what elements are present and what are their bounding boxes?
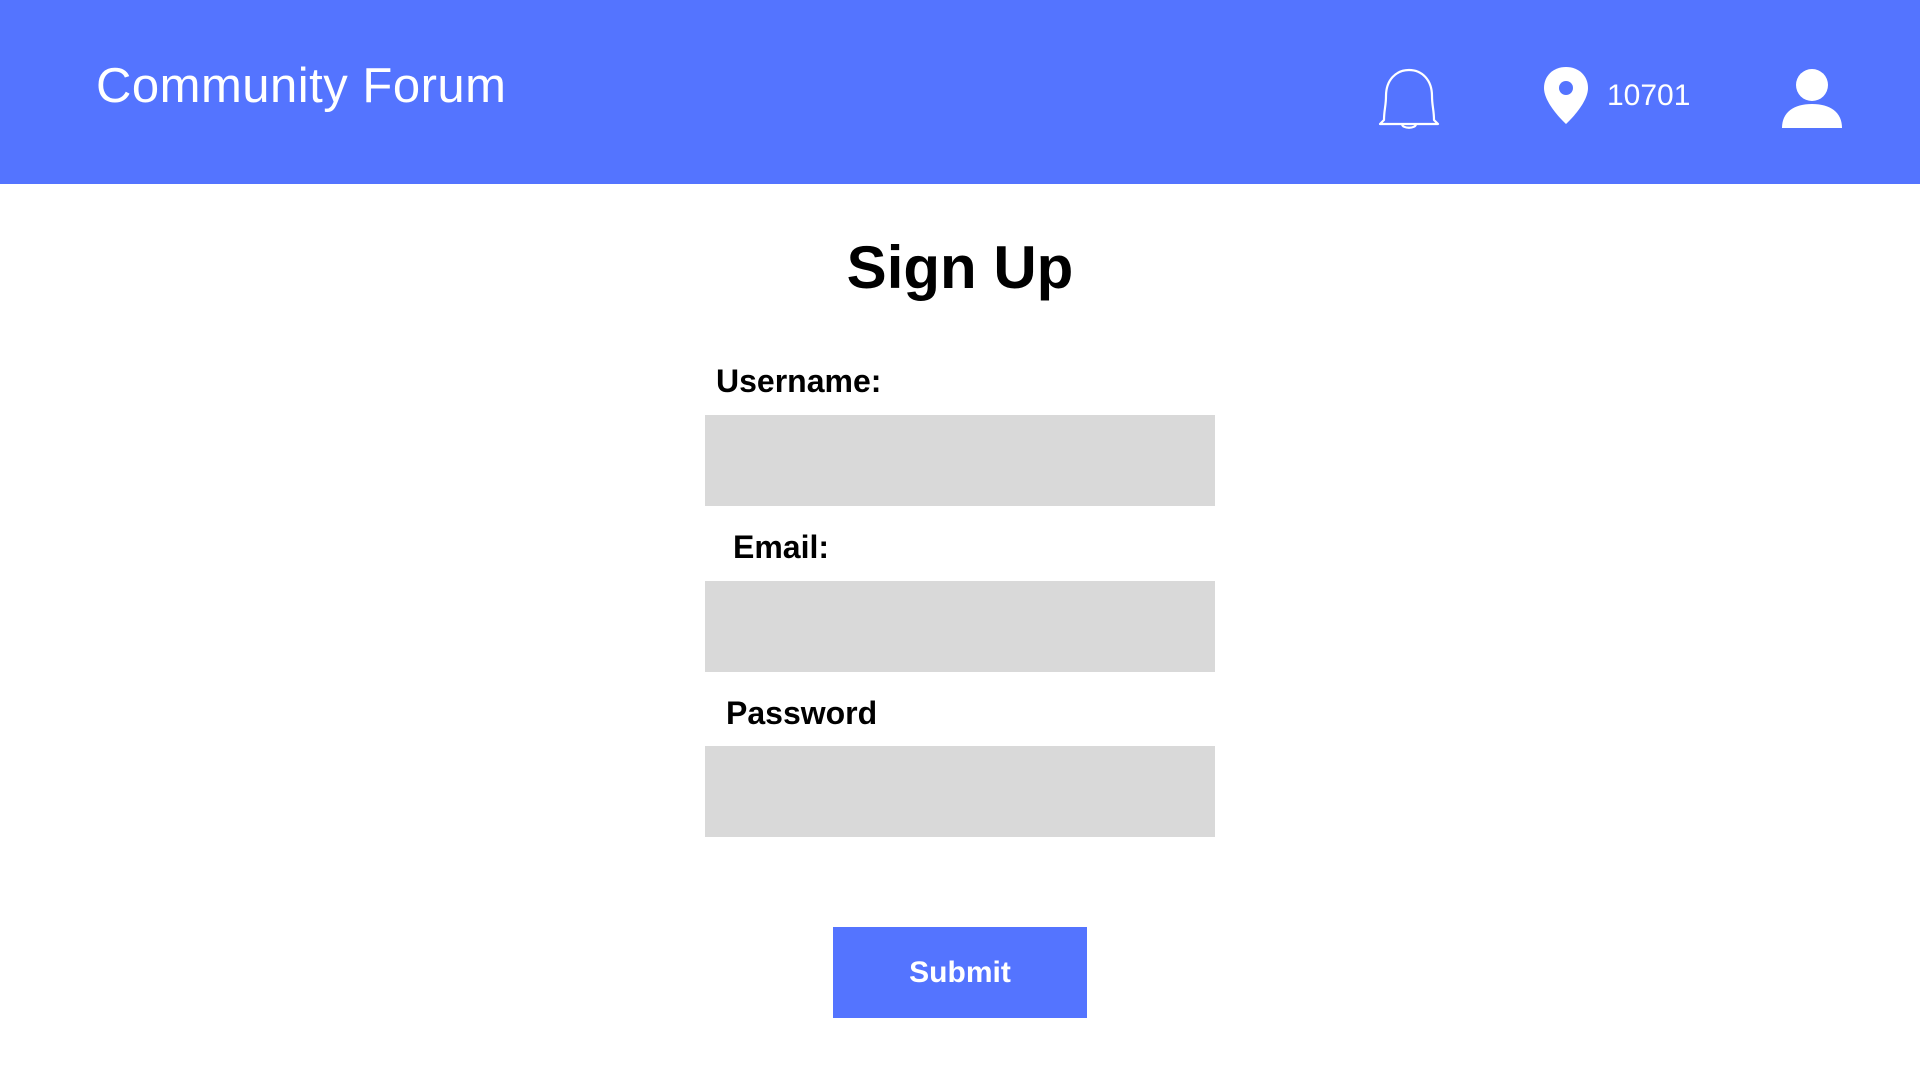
username-input[interactable] <box>705 415 1215 506</box>
email-label: Email: <box>733 529 830 565</box>
app-title[interactable]: Community Forum <box>96 62 506 111</box>
email-input[interactable] <box>705 581 1215 672</box>
submit-button[interactable]: Submit <box>833 927 1087 1018</box>
password-input[interactable] <box>705 746 1215 837</box>
zip-code[interactable]: 10701 <box>1607 81 1690 111</box>
location-pin-icon[interactable] <box>1541 66 1591 126</box>
page-title: Sign Up <box>846 234 1074 301</box>
bell-icon[interactable] <box>1374 66 1444 132</box>
password-label: Password <box>726 695 878 731</box>
user-profile-icon[interactable] <box>1780 68 1844 132</box>
top-header: Community Forum 10701 <box>0 0 1920 184</box>
username-label: Username: <box>716 363 882 399</box>
